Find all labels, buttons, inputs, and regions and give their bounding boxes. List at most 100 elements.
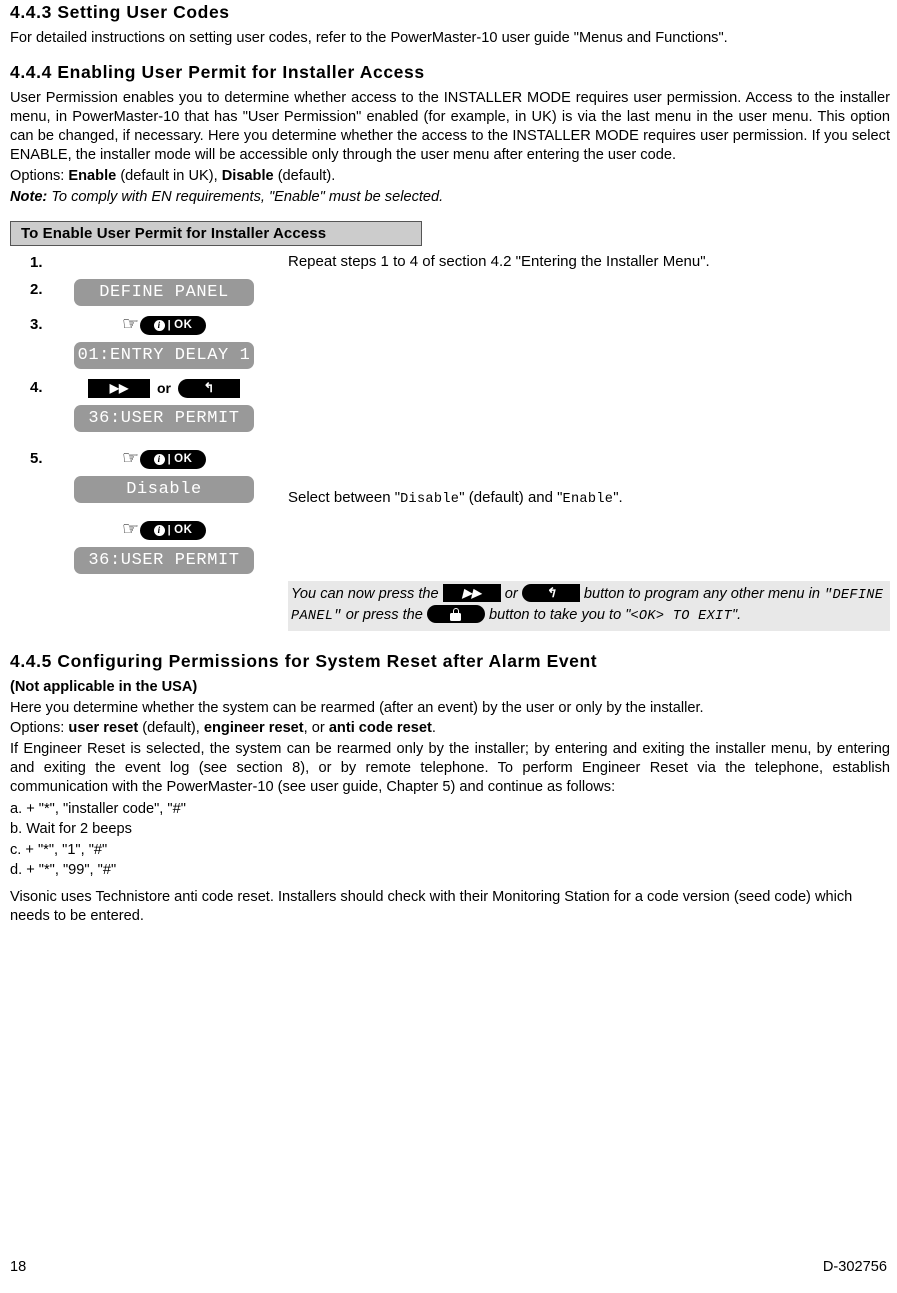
procedure-title-bar: To Enable User Permit for Installer Acce… [10,220,422,246]
opt1-suffix: (default), [138,720,204,737]
key-separator: | [167,453,172,466]
step-number: 2. [30,281,43,299]
or-label: or [157,380,171,397]
options-line-4-4-5: Options: user reset (default), engineer … [10,719,890,738]
procedure-step-1: 1. Repeat steps 1 to 4 of section 4.2 "E… [10,252,890,272]
step-description: Repeat steps 1 to 4 of section 4.2 "Ente… [288,252,710,270]
options-prefix: Options: [10,720,69,737]
option-engineer-reset: engineer reset [203,720,304,737]
back-button-inline[interactable]: ↰ [521,584,580,603]
note-part-1: You can now press the [291,585,443,602]
lock-button-inline[interactable] [426,605,485,624]
subheading-4-4-5: (Not applicable in the USA) [10,678,198,695]
next-button[interactable]: ▶▶ [88,378,150,398]
lcd-display-user-permit-2: 36:USER PERMIT [74,547,254,575]
paragraph-4-4-3: For detailed instructions on setting use… [10,30,728,46]
document-page: 4.4.3 Setting User Codes For detailed in… [0,0,897,1293]
sub-step-b: b. Wait for 2 beeps [10,821,132,838]
page-footer: 18 D-302756 [10,1259,887,1275]
paragraph-4-4-5-3: Visonic uses Technistore anti code reset… [10,888,853,924]
step-visual: ☞ i | OK Disable ☞ i | OK 36:USER PERMIT [48,448,280,575]
document-code: D-302756 [822,1259,887,1275]
note-part-5: button to take you to " [484,607,631,624]
select-suffix: ". [613,489,623,507]
lcd-display-define-panel: DEFINE PANEL [74,279,254,307]
info-icon: i [153,319,165,331]
lock-icon [450,607,462,621]
step-visual: DEFINE PANEL [48,279,280,307]
sub-step-c: c. + "*", "1", "#" [10,841,108,858]
sub-step-a: a. + "*", "installer code", "#" [10,801,186,818]
option-anti-code-reset: anti code reset [328,720,432,737]
procedure-step-4: 4. ▶▶ or ↰ 36:USER PERMIT [10,377,890,433]
note-part-2: or [500,585,522,602]
opt3-suffix: . [431,720,436,737]
opt2-suffix: , or [303,720,329,737]
lcd-display-disable: Disable [74,476,254,504]
back-button[interactable]: ↰ [178,378,240,398]
step-number: 3. [30,316,43,334]
heading-4-4-3: 4.4.3 Setting User Codes [10,2,230,22]
ok-button[interactable]: i | OK [140,520,207,540]
ok-button[interactable]: i | OK [140,315,207,335]
step-number: 1. [30,253,43,271]
note-part-6: ". [731,607,742,624]
ok-button[interactable]: i | OK [140,449,207,469]
select-mid: " (default) and " [459,489,563,507]
note-line-4-4-4: Note: To comply with EN requirements, "E… [10,188,890,207]
value-disable: Disable [400,492,460,508]
step-number: 4. [30,379,43,397]
paragraph-4-4-5-1: Here you determine whether the system ca… [10,699,704,716]
key-row-ok: ☞ i | OK [48,448,280,470]
options-suffix: (default). [273,167,336,184]
pointing-hand-icon: ☞ [121,312,140,335]
paragraph-4-4-4: User Permission enables you to determine… [10,89,890,163]
option-enable: Enable [68,167,117,184]
lcd-display-user-permit: 36:USER PERMIT [74,405,254,433]
procedure-note-box: You can now press the ▶▶ or ↰ button to … [288,580,890,631]
value-enable: Enable [562,492,614,508]
options-prefix: Options: [10,167,69,184]
procedure-step-3: 3. ☞ i | OK 01:ENTRY DELAY 1 [10,314,890,370]
ok-button-label: OK [174,453,193,466]
options-line-4-4-4: Options: Enable (default in UK), Disable… [10,167,890,186]
note-part-4: or press the [341,607,427,624]
step-visual: ☞ i | OK 01:ENTRY DELAY 1 [48,314,280,370]
pointing-hand-icon: ☞ [121,517,140,540]
ok-button-label: OK [174,524,193,537]
step-description: Select between "Disable" (default) and "… [280,448,890,631]
step-5-instruction: Select between "Disable" (default) and "… [288,488,890,509]
options-mid: (default in UK), [116,167,222,184]
info-icon: i [153,453,165,465]
pointing-hand-icon: ☞ [121,446,140,469]
key-separator: | [167,524,172,537]
procedure-step-5: 5. ☞ i | OK Disable ☞ i | OK 36:USER PER… [10,448,890,631]
key-separator: | [167,319,172,332]
option-disable: Disable [221,167,274,184]
exit-prompt: <OK> TO EXIT [630,609,732,625]
lcd-display-entry-delay: 01:ENTRY DELAY 1 [74,342,254,370]
next-button-inline[interactable]: ▶▶ [442,584,501,603]
key-row-ok: ☞ i | OK [48,314,280,336]
procedure-table: 1. Repeat steps 1 to 4 of section 4.2 "E… [10,252,890,631]
procedure-step-2: 2. DEFINE PANEL [10,279,890,307]
note-text: To comply with EN requirements, "Enable"… [47,188,444,205]
step-visual: ▶▶ or ↰ 36:USER PERMIT [48,377,280,433]
info-icon: i [153,524,165,536]
note-part-3: button to program any other menu in [579,585,824,602]
heading-4-4-4: 4.4.4 Enabling User Permit for Installer… [10,61,425,82]
key-row-ok-confirm: ☞ i | OK [48,519,280,541]
paragraph-4-4-5-2: If Engineer Reset is selected, the syste… [10,741,890,796]
page-number: 18 [10,1259,27,1275]
step-number: 5. [30,450,43,468]
ok-button-label: OK [174,319,193,332]
option-user-reset: user reset [68,720,139,737]
